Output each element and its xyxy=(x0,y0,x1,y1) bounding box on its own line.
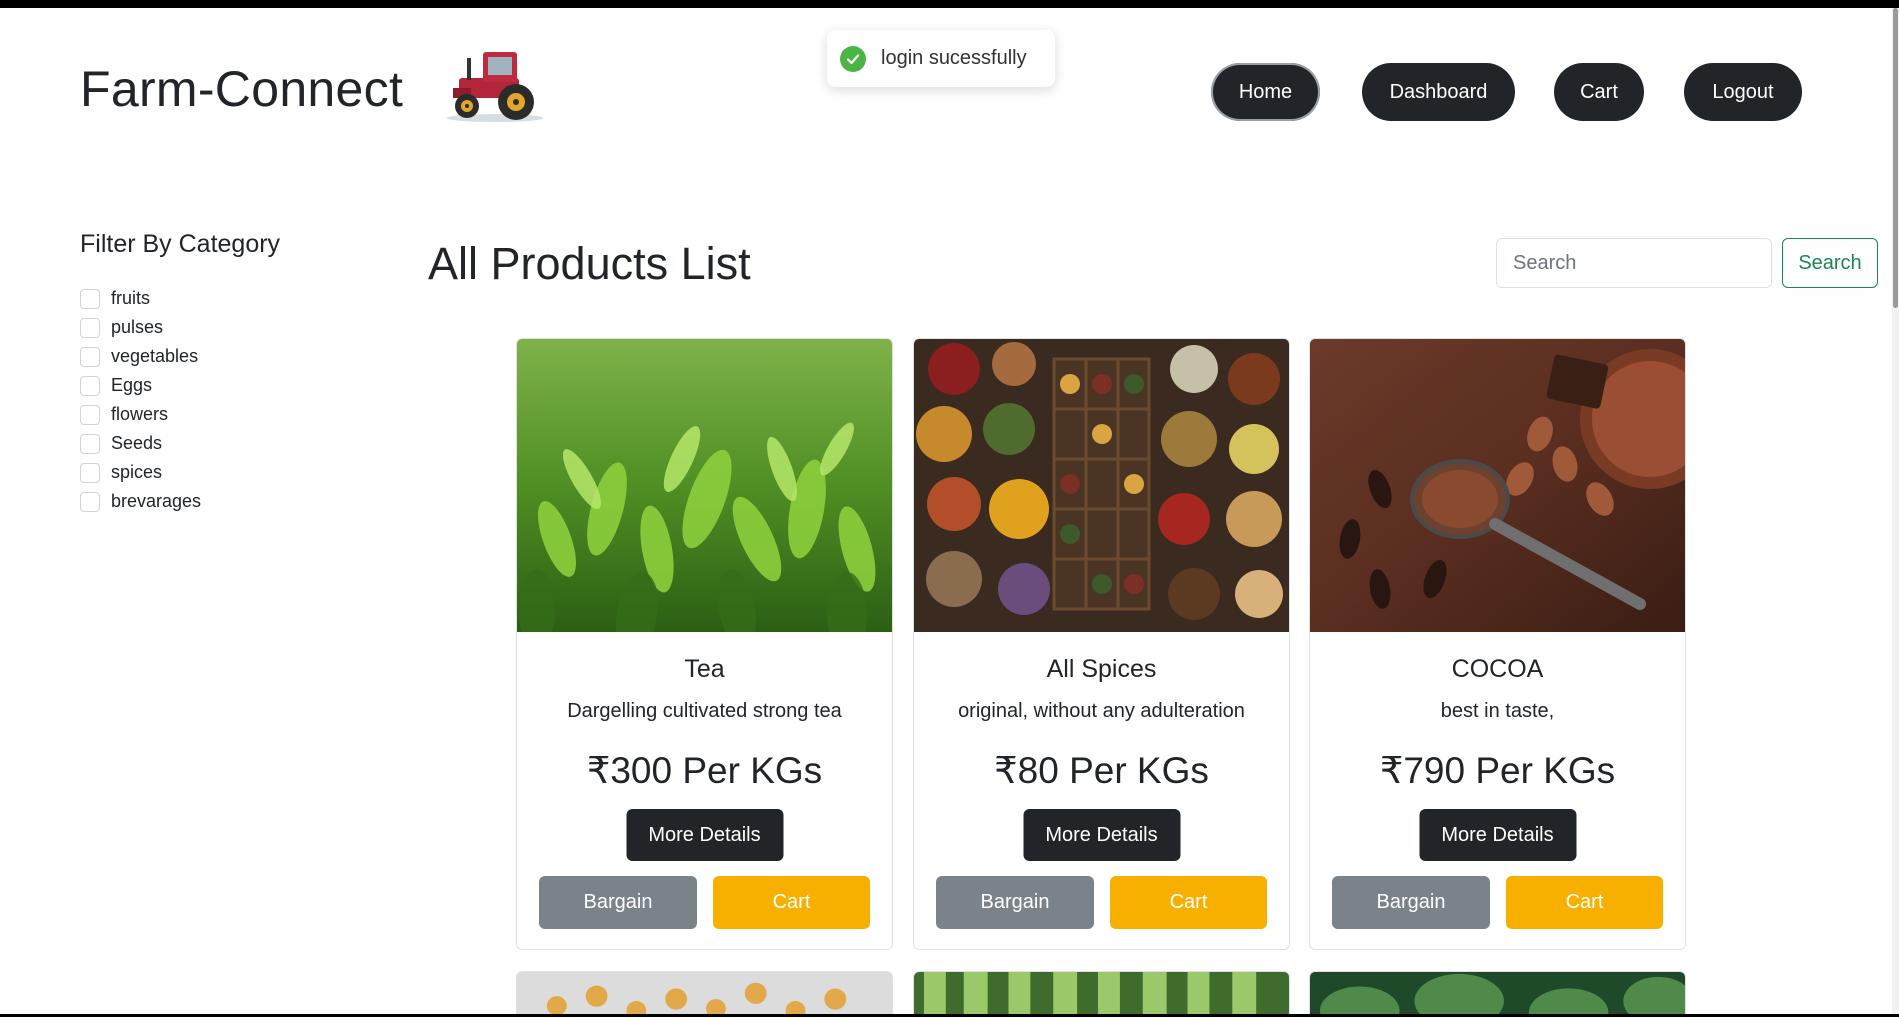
page-scrollbar[interactable] xyxy=(1892,8,1899,1014)
checkbox[interactable] xyxy=(80,375,100,396)
bargain-button[interactable]: Bargain xyxy=(936,876,1094,929)
browser-viewport: Farm-Connect Home Dashboard Cart Logout … xyxy=(0,8,1892,1014)
checkbox[interactable] xyxy=(80,433,100,454)
search-button[interactable]: Search xyxy=(1782,238,1878,288)
product-image-tea[interactable] xyxy=(517,339,892,632)
category-label: pulses xyxy=(111,317,164,337)
product-description: Dargelling cultivated strong tea xyxy=(567,700,842,722)
category-label: vegetables xyxy=(111,346,199,366)
check-circle-icon xyxy=(840,45,866,72)
nav-dashboard-button[interactable]: Dashboard xyxy=(1362,63,1515,121)
tractor-logo-icon xyxy=(447,52,543,122)
category-filter-spices[interactable]: spices xyxy=(80,458,201,487)
product-price: ₹80 Per KGs xyxy=(994,750,1209,791)
checkbox[interactable] xyxy=(80,462,100,483)
more-details-button[interactable]: More Details xyxy=(1023,809,1180,861)
brand-title[interactable]: Farm-Connect xyxy=(80,60,403,118)
checkbox[interactable] xyxy=(80,404,100,425)
product-name: Tea xyxy=(684,655,725,683)
product-card-peek[interactable] xyxy=(516,971,893,1014)
category-filter-eggs[interactable]: Eggs xyxy=(80,371,201,400)
product-description: best in taste, xyxy=(1440,700,1555,722)
product-image-cocoa[interactable] xyxy=(1310,339,1685,632)
nav-home-button[interactable]: Home xyxy=(1211,63,1320,121)
category-filter-flowers[interactable]: flowers xyxy=(80,400,201,429)
product-price: ₹300 Per KGs xyxy=(586,750,823,791)
product-card-tea: Tea Dargelling cultivated strong tea ₹30… xyxy=(516,338,893,950)
checkbox[interactable] xyxy=(80,491,100,512)
toast-message: login sucessfully xyxy=(881,47,1027,69)
toast-notification[interactable]: login sucessfully xyxy=(827,30,1055,87)
category-label: flowers xyxy=(111,404,169,424)
category-filter-pulses[interactable]: pulses xyxy=(80,313,201,342)
product-description: original, without any adulteration xyxy=(958,700,1245,722)
checkbox[interactable] xyxy=(80,317,100,338)
product-image-spices[interactable] xyxy=(914,339,1289,632)
more-details-button[interactable]: More Details xyxy=(1419,809,1576,861)
product-card-peek[interactable] xyxy=(913,971,1290,1014)
add-to-cart-button[interactable]: Cart xyxy=(1110,876,1267,929)
nav-cart-button[interactable]: Cart xyxy=(1554,63,1644,121)
checkbox[interactable] xyxy=(80,346,100,367)
product-name: COCOA xyxy=(1451,655,1544,683)
checkbox[interactable] xyxy=(80,288,100,309)
category-filter-fruits[interactable]: fruits xyxy=(80,284,201,313)
more-details-button[interactable]: More Details xyxy=(626,809,783,861)
category-filter-brevarages[interactable]: brevarages xyxy=(80,487,201,516)
product-price: ₹790 Per KGs xyxy=(1379,750,1616,791)
product-name: All Spices xyxy=(1046,655,1157,683)
product-card-cocoa: COCOA best in taste, ₹790 Per KGs More D… xyxy=(1309,338,1686,950)
category-label: fruits xyxy=(111,288,151,308)
bargain-button[interactable]: Bargain xyxy=(1332,876,1490,929)
nav-logout-button[interactable]: Logout xyxy=(1684,63,1802,121)
category-label: Eggs xyxy=(111,375,153,395)
category-filter-list: fruits pulses vegetables Eggs flowers Se… xyxy=(80,284,201,516)
filter-title: Filter By Category xyxy=(80,230,281,258)
search-input[interactable] xyxy=(1496,238,1772,288)
product-card-peek[interactable] xyxy=(1309,971,1686,1014)
category-filter-vegetables[interactable]: vegetables xyxy=(80,342,201,371)
add-to-cart-button[interactable]: Cart xyxy=(713,876,870,929)
category-label: spices xyxy=(111,462,163,482)
product-card-spices: All Spices original, without any adulter… xyxy=(913,338,1290,950)
bargain-button[interactable]: Bargain xyxy=(539,876,697,929)
scrollbar-thumb[interactable] xyxy=(1893,8,1898,308)
category-label: Seeds xyxy=(111,433,163,453)
category-filter-seeds[interactable]: Seeds xyxy=(80,429,201,458)
page-title: All Products List xyxy=(428,238,751,289)
add-to-cart-button[interactable]: Cart xyxy=(1506,876,1663,929)
category-label: brevarages xyxy=(111,491,202,511)
